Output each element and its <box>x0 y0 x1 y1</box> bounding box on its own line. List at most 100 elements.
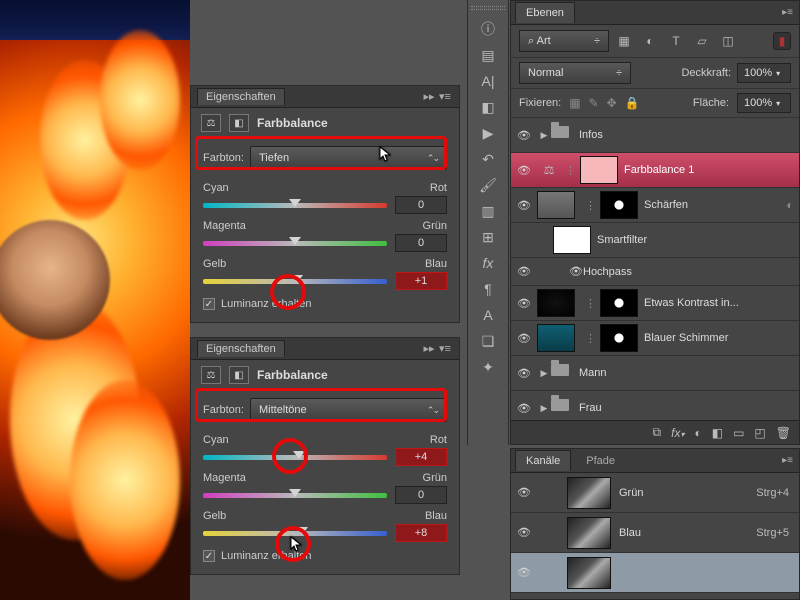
panel-menu-icon[interactable]: ▾≡ <box>437 342 453 355</box>
tab-channels[interactable]: Kanäle <box>515 450 571 471</box>
filter-mask-thumb[interactable] <box>553 226 591 254</box>
visibility-eye-icon[interactable]: 👁 <box>511 297 537 310</box>
slider-thumb[interactable] <box>289 489 301 497</box>
panel-collapse-icon[interactable]: ▸▸ <box>421 90 437 103</box>
layer-thumb[interactable] <box>537 289 575 317</box>
slider-track[interactable] <box>203 493 387 498</box>
pattern-panel-icon[interactable]: ⊞ <box>472 224 504 250</box>
blend-mode-select[interactable]: Normal÷ <box>519 62 631 84</box>
layer-name[interactable]: Blauer Schimmer <box>644 332 799 344</box>
filter-shape-icon[interactable]: ▱ <box>693 32 711 50</box>
layer-row[interactable]: 👁▶Frau <box>511 391 799 420</box>
filter-type-icon[interactable]: T <box>667 32 685 50</box>
layer-name[interactable]: Smartfilter <box>597 234 799 246</box>
tab-paths[interactable]: Pfade <box>575 450 626 471</box>
visibility-eye-icon[interactable]: 👁 <box>511 526 537 539</box>
slider-value-field[interactable]: 0 <box>395 486 447 504</box>
para-panel-icon[interactable]: ¶ <box>472 276 504 302</box>
visibility-eye-icon[interactable]: 👁 <box>511 164 537 177</box>
slider-thumb[interactable] <box>289 199 301 207</box>
lock-position-icon[interactable]: ✥ <box>607 96 617 110</box>
visibility-eye-icon[interactable]: 👁 <box>511 486 537 499</box>
slider-value-field[interactable]: +4 <box>395 448 447 466</box>
filter-adjust-icon[interactable]: ◐ <box>641 32 659 50</box>
new-adjustment-icon[interactable]: ◧ <box>712 426 723 440</box>
layer-name[interactable]: Etwas Kontrast in... <box>644 297 799 309</box>
slider-value-field[interactable]: +8 <box>395 524 447 542</box>
align-panel-icon[interactable]: ▥ <box>472 198 504 224</box>
visibility-eye-icon[interactable]: 👁 <box>511 367 537 380</box>
channel-row[interactable]: 👁 <box>511 553 799 593</box>
layer-kind-select[interactable]: ⌕ Art ÷ <box>519 30 609 52</box>
layer-row[interactable]: 👁⋮Etwas Kontrast in... <box>511 286 799 321</box>
layer-mask-icon[interactable]: ◐ <box>694 426 701 440</box>
slider-track[interactable] <box>203 531 387 536</box>
disclosure-triangle-icon[interactable]: ▶ <box>537 368 551 379</box>
panel-menu-icon[interactable]: ▸≡ <box>776 455 799 466</box>
fill-field[interactable]: 100%▾ <box>737 93 791 113</box>
slider-thumb[interactable] <box>291 275 303 283</box>
channel-row[interactable]: 👁 Blau Strg+5 <box>511 513 799 553</box>
slider-thumb[interactable] <box>293 451 305 459</box>
layer-name[interactable]: Schärfen <box>644 199 781 211</box>
filter-toggle-icon[interactable]: ▮ <box>773 32 791 50</box>
slider-value-field[interactable]: 0 <box>395 234 447 252</box>
panel-menu-icon[interactable]: ▸≡ <box>776 7 799 18</box>
visibility-eye-icon[interactable]: 👁 <box>511 566 537 579</box>
tab-layers[interactable]: Ebenen <box>515 2 575 23</box>
layer-mask-thumb[interactable] <box>600 289 638 317</box>
slider-thumb[interactable] <box>296 527 308 535</box>
visibility-eye-icon[interactable]: 👁 <box>511 402 537 415</box>
lock-pixels-icon[interactable]: ✎ <box>589 96 599 110</box>
history-panel-icon[interactable]: ↶ <box>472 146 504 172</box>
dock-grip[interactable] <box>471 6 505 10</box>
layer-name[interactable]: Farbbalance 1 <box>624 164 799 176</box>
brush-panel-icon[interactable]: 🖌 <box>472 172 504 198</box>
layer-mask-thumb[interactable] <box>580 156 618 184</box>
layer-name[interactable]: Infos <box>579 129 799 141</box>
channel-row[interactable]: 👁 Grün Strg+4 <box>511 473 799 513</box>
visibility-eye-icon[interactable]: 👁 <box>511 199 537 212</box>
slider-track[interactable] <box>203 203 387 208</box>
visibility-eye-icon[interactable]: 👁 <box>511 129 537 142</box>
slider-value-field[interactable]: +1 <box>395 272 447 290</box>
layer-thumb[interactable] <box>537 191 575 219</box>
disclosure-triangle-icon[interactable]: ▶ <box>537 130 551 141</box>
layer-name[interactable]: Hochpass <box>583 266 799 278</box>
slider-track[interactable] <box>203 455 387 460</box>
preserve-luminance-checkbox[interactable]: ✓ <box>203 298 215 310</box>
document-canvas[interactable] <box>0 0 190 600</box>
layer-row[interactable]: 👁▶ Mann <box>511 356 799 391</box>
layer-fx-icon[interactable]: fx▾ <box>671 426 684 440</box>
layer-row[interactable]: Smartfilter <box>511 223 799 258</box>
lock-all-icon[interactable]: 🔒 <box>625 96 640 110</box>
slider-track[interactable] <box>203 279 387 284</box>
style-panel-icon[interactable]: ❏ <box>472 328 504 354</box>
slider-track[interactable] <box>203 241 387 246</box>
layer-name[interactable]: Mann <box>579 367 799 379</box>
slider-value-field[interactable]: 0 <box>395 196 447 214</box>
slider-thumb[interactable] <box>289 237 301 245</box>
preserve-luminance-checkbox[interactable]: ✓ <box>203 550 215 562</box>
layer-thumb[interactable] <box>537 324 575 352</box>
new-group-icon[interactable]: ▭ <box>733 426 744 440</box>
tone-dropdown[interactable]: Mitteltöne ⌃⌄ <box>250 398 447 422</box>
info-panel-icon[interactable]: ⓘ <box>472 16 504 42</box>
layer-mask-thumb[interactable] <box>600 324 638 352</box>
fx-panel-icon[interactable]: fx <box>472 250 504 276</box>
tab-properties[interactable]: Eigenschaften <box>197 88 285 105</box>
link-layers-icon[interactable]: ⧉ <box>653 425 662 440</box>
layer-row[interactable]: 👁⚖⋮Farbbalance 1 <box>511 153 799 188</box>
filter-smart-icon[interactable]: ◫ <box>719 32 737 50</box>
3d-panel-icon[interactable]: ✦ <box>472 354 504 380</box>
filter-pixel-icon[interactable]: ▦ <box>615 32 633 50</box>
lock-transparent-icon[interactable]: ▦ <box>569 96 580 110</box>
disclosure-triangle-icon[interactable]: ▶ <box>537 403 551 414</box>
layer-mask-thumb[interactable] <box>600 191 638 219</box>
tone-dropdown[interactable]: Tiefen ⌃⌄ <box>250 146 447 170</box>
panel-menu-icon[interactable]: ▾≡ <box>437 90 453 103</box>
play-panel-icon[interactable]: ▶ <box>472 120 504 146</box>
char-panel-icon[interactable]: A <box>472 302 504 328</box>
new-layer-icon[interactable]: ◰ <box>754 426 765 440</box>
mask-panel-icon[interactable]: ◧ <box>472 94 504 120</box>
